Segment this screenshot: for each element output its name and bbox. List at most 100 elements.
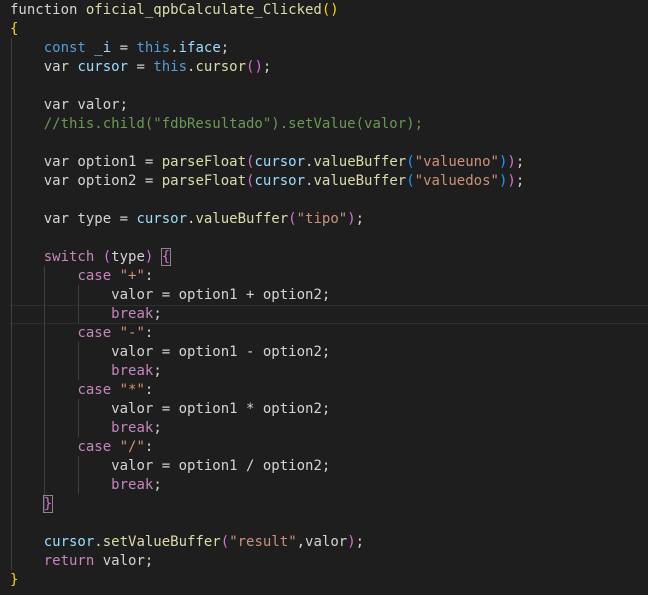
code-editor[interactable]: function oficial_qpbCalculate_Clicked(){… (0, 0, 648, 595)
code-token: cursor (254, 173, 306, 189)
code-token: : (144, 439, 154, 455)
code-line[interactable]: var type = cursor.valueBuffer("tipo"); (44, 210, 364, 229)
code-token: "+" (119, 268, 145, 284)
code-token: valor = option1 - option2; (111, 344, 331, 360)
code-token: ; (355, 211, 365, 227)
code-token: "valuedos" (414, 173, 499, 189)
indent-guide (44, 266, 45, 513)
code-token: ) (507, 154, 516, 170)
code-token: ,valor (296, 534, 348, 550)
code-token: oficial_qpbCalculate_Clicked (85, 2, 322, 18)
code-token: "tipo" (296, 211, 348, 227)
code-token: "result" (229, 534, 297, 550)
indent-guide (11, 38, 12, 570)
code-token: } (42, 495, 54, 513)
code-token: var valor; (43, 97, 129, 113)
code-token: ( (406, 154, 415, 170)
code-token: "-" (119, 325, 145, 341)
code-token: var option1 = (43, 154, 162, 170)
code-token: : (144, 325, 154, 341)
code-token: const (43, 40, 95, 56)
code-token: cursor (77, 59, 129, 75)
code-token: valueBuffer (313, 173, 407, 189)
code-line[interactable]: //this.child("fdbResultado").setValue(va… (44, 115, 423, 134)
code-token: "valueuno" (414, 154, 499, 170)
code-token: break (111, 420, 154, 436)
code-token: iface (178, 40, 221, 56)
indent-guide (78, 342, 79, 380)
code-line[interactable]: break; (111, 419, 162, 438)
code-token: . (170, 40, 179, 56)
code-token: ) (347, 211, 356, 227)
code-line[interactable]: var option1 = parseFloat(cursor.valueBuf… (44, 153, 525, 172)
code-token: case (77, 325, 120, 341)
indent-guide (78, 285, 79, 323)
code-token: . (94, 534, 103, 550)
code-line[interactable]: case "+": (77, 267, 153, 286)
code-token: type (111, 249, 145, 265)
code-token: "/" (119, 439, 145, 455)
code-line[interactable]: return valor; (44, 552, 154, 571)
code-token: ; (515, 154, 525, 170)
code-line[interactable]: var valor; (44, 96, 128, 115)
code-token: this (153, 59, 188, 75)
indent-guide (78, 399, 79, 437)
code-token: var (43, 59, 78, 75)
code-line[interactable]: break; (111, 362, 162, 381)
code-token: valueBuffer (195, 211, 289, 227)
code-token: ; (153, 363, 162, 379)
code-line[interactable]: case "-": (77, 324, 153, 343)
code-token: cursor (254, 154, 306, 170)
code-token: _i (94, 40, 112, 56)
indent-guide (78, 456, 79, 494)
code-token: parseFloat (161, 154, 247, 170)
code-line[interactable]: switch (type) { (44, 248, 172, 267)
code-line[interactable]: cursor.setValueBuffer("result",valor); (44, 533, 364, 552)
code-token: cursor (43, 534, 95, 550)
code-line[interactable]: } (42, 495, 54, 514)
code-token: ; (355, 534, 365, 550)
code-token: ( (288, 211, 297, 227)
code-token: valueBuffer (313, 154, 407, 170)
code-token: { (10, 21, 19, 37)
code-token: var type = (43, 211, 137, 227)
code-token: case (77, 268, 120, 284)
code-token: { (160, 248, 172, 266)
code-token: valor = option1 / option2; (111, 458, 331, 474)
code-token: ; (262, 59, 272, 75)
code-token: function (10, 2, 86, 18)
code-token: () (321, 2, 339, 18)
code-token: cursor (195, 59, 247, 75)
code-line[interactable]: break; (111, 305, 162, 324)
code-token: ; (220, 40, 230, 56)
code-line[interactable]: } (10, 571, 18, 590)
code-line[interactable]: function oficial_qpbCalculate_Clicked() (10, 1, 339, 20)
code-token: ) (507, 173, 516, 189)
code-line[interactable]: const _i = this.iface; (44, 39, 229, 58)
code-token: cursor (136, 211, 188, 227)
code-token: return (43, 553, 95, 569)
code-token: setValueBuffer (102, 534, 221, 550)
code-token: : (144, 268, 154, 284)
code-token: : (144, 382, 154, 398)
code-line[interactable]: { (10, 20, 18, 39)
code-token: = (128, 59, 154, 75)
code-line[interactable]: valor = option1 * option2; (111, 400, 330, 419)
code-line[interactable]: case "/": (77, 438, 153, 457)
code-token: ; (153, 420, 162, 436)
code-line[interactable]: break; (111, 476, 162, 495)
code-line[interactable]: valor = option1 + option2; (111, 286, 330, 305)
code-line[interactable]: valor = option1 - option2; (111, 343, 330, 362)
code-token: ) (347, 534, 356, 550)
code-token: break (111, 477, 154, 493)
code-token: () (246, 59, 263, 75)
code-token: case (77, 382, 120, 398)
code-line[interactable]: var cursor = this.cursor(); (44, 58, 272, 77)
code-line[interactable]: var option2 = parseFloat(cursor.valueBuf… (44, 172, 525, 191)
code-line[interactable]: case "*": (77, 381, 153, 400)
code-token: //this.child("fdbResultado").setValue(va… (43, 116, 424, 132)
code-token: ; (153, 477, 162, 493)
code-line[interactable]: valor = option1 / option2; (111, 457, 330, 476)
code-token: ( (102, 249, 112, 265)
code-token: ( (220, 534, 230, 550)
